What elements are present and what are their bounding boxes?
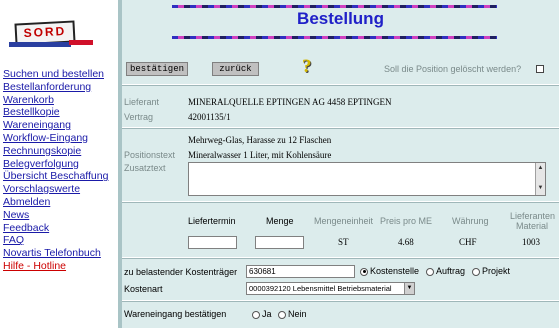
decorative-line-top [172, 5, 497, 8]
sidebar: SORD Suchen und bestellen Bestellanforde… [0, 0, 118, 328]
decorative-line-bottom [172, 36, 497, 39]
delete-question-label: Soll die Position gelöscht werden? [384, 64, 522, 74]
mengeneinheit-label: Mengeneinheit [314, 216, 374, 226]
kostentraeger-label: zu belastender Kostenträger [124, 267, 238, 277]
lieferant-label: Lieferant [124, 97, 160, 107]
sidebar-item-news[interactable]: News [3, 209, 108, 222]
positionstext-label: Positionstext [124, 150, 176, 160]
sidebar-item-hilfe-hotline[interactable]: Hilfe - Hotline [3, 260, 108, 273]
main-content: Bestellung bestätigen zurück ? Soll die … [122, 0, 559, 328]
divider [122, 300, 559, 302]
kostentraeger-input[interactable]: 630681 [246, 265, 355, 278]
confirm-button[interactable]: bestätigen [126, 62, 188, 76]
kostenart-label: Kostenart [124, 284, 163, 294]
liefertermin-input[interactable] [188, 236, 237, 249]
menge-input[interactable] [255, 236, 304, 249]
kostenart-select[interactable]: 0000392120 Lebensmittel Betriebsmaterial… [246, 282, 415, 295]
sidebar-item-faq[interactable]: FAQ [3, 234, 108, 247]
vertrag-label: Vertrag [124, 112, 154, 122]
mengeneinheit-value: ST [338, 237, 349, 247]
sidebar-item-wareneingang[interactable]: Wareneingang [3, 119, 108, 132]
sidebar-item-bestellanforderung[interactable]: Bestellanforderung [3, 81, 108, 94]
sidebar-item-feedback[interactable]: Feedback [3, 222, 108, 235]
sidebar-item-abmelden[interactable]: Abmelden [3, 196, 108, 209]
radio-ja[interactable]: Ja [252, 309, 272, 319]
sidebar-item-belegverfolgung[interactable]: Belegverfolgung [3, 158, 108, 171]
company-logo: SORD [5, 14, 93, 50]
divider [122, 257, 559, 259]
page-title: Bestellung [297, 9, 384, 28]
help-question-icon[interactable]: ? [302, 56, 312, 78]
menge-label: Menge [266, 216, 294, 226]
textarea-scrollbar[interactable]: ▲ ▼ [535, 163, 545, 195]
material-value: 1003 [522, 237, 540, 247]
wareneingang-label: Wareneingang bestätigen [124, 309, 227, 319]
sidebar-item-telefonbuch[interactable]: Novartis Telefonbuch [3, 247, 108, 260]
lieferanten-material-label: Lieferanten Material [510, 211, 556, 231]
zusatztext-label: Zusatztext [124, 163, 166, 173]
waehrung-label: Währung [452, 216, 489, 226]
divider [122, 84, 559, 86]
sidebar-item-workflow-eingang[interactable]: Workflow-Eingang [3, 132, 108, 145]
radio-nein[interactable]: Nein [278, 309, 307, 319]
divider [122, 201, 559, 203]
preis-label: Preis pro ME [380, 216, 433, 226]
back-button[interactable]: zurück [212, 62, 259, 76]
preis-value: 4.68 [398, 237, 414, 247]
sidebar-item-uebersicht-beschaffung[interactable]: Übersicht Beschaffung [3, 170, 108, 183]
sidebar-item-suchen-und-bestellen[interactable]: Suchen und bestellen [3, 68, 108, 81]
positionstext-value: Mineralwasser 1 Liter, mit Kohlensäure [188, 150, 332, 160]
sidebar-item-bestellkopie[interactable]: Bestellkopie [3, 106, 108, 119]
radio-projekt[interactable]: Projekt [472, 266, 510, 276]
position-line1: Mehrweg-Glas, Harasse zu 12 Flaschen [188, 135, 332, 145]
vertrag-value: 42001135/1 [188, 112, 231, 122]
sidebar-nav: Suchen und bestellen Bestellanforderung … [3, 68, 108, 273]
divider [122, 127, 559, 129]
sidebar-item-rechnungskopie[interactable]: Rechnungskopie [3, 145, 108, 158]
zusatztext-textarea[interactable]: ▲ ▼ [188, 162, 546, 196]
sidebar-item-vorschlagswerte[interactable]: Vorschlagswerte [3, 183, 108, 196]
radio-kostenstelle[interactable]: Kostenstelle [360, 266, 419, 276]
radio-auftrag[interactable]: Auftrag [426, 266, 465, 276]
lieferant-value: MINERALQUELLE EPTINGEN AG 4458 EPTINGEN [188, 97, 392, 107]
delete-position-checkbox[interactable] [536, 65, 544, 73]
sidebar-item-warenkorb[interactable]: Warenkorb [3, 94, 108, 107]
waehrung-value: CHF [459, 237, 477, 247]
chevron-down-icon: ▼ [404, 283, 414, 294]
liefertermin-label: Liefertermin [188, 216, 236, 226]
